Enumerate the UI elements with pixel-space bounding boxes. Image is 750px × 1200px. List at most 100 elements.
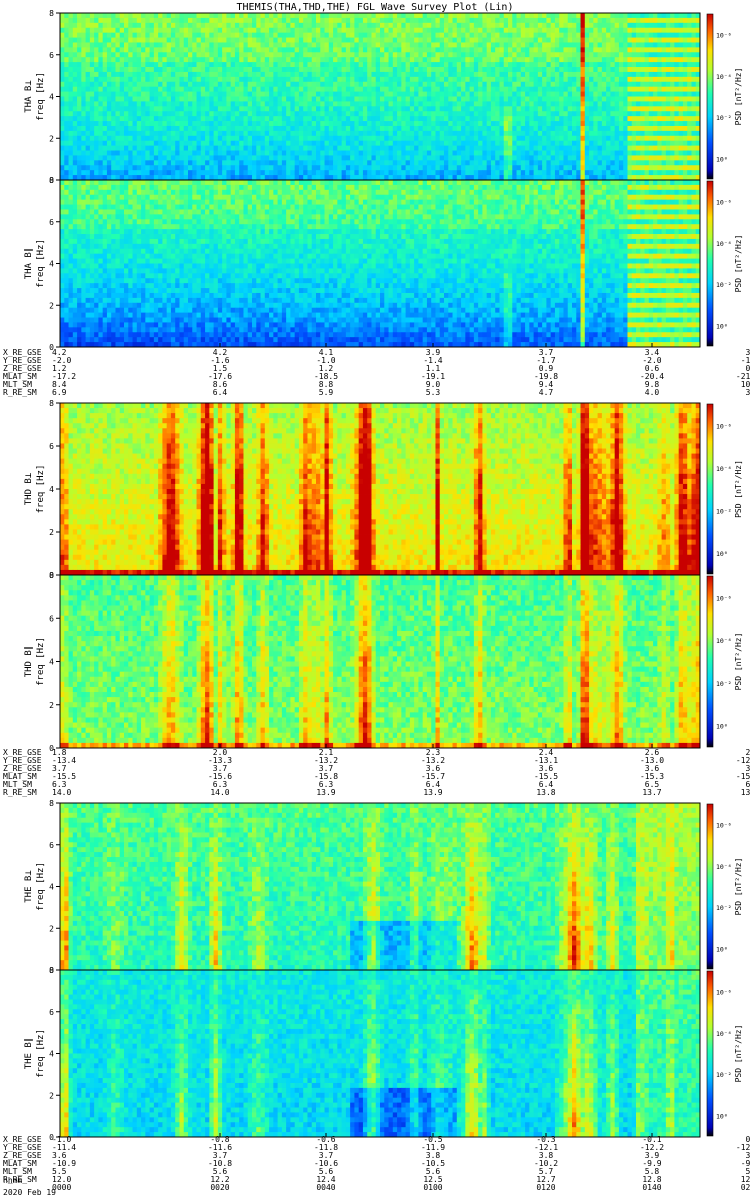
spectrogram-cell [487, 38, 492, 43]
spectrogram-cell [568, 38, 573, 43]
spectrogram-cell [197, 13, 202, 18]
spectrogram-cell [640, 28, 645, 33]
spectrogram-cell [320, 38, 325, 43]
spectrogram-cell [128, 18, 133, 23]
spectrogram-cell [320, 13, 325, 18]
spectrogram-cell [555, 13, 560, 18]
spectrogram-cell [649, 28, 654, 33]
spectrogram-cell [581, 33, 586, 38]
spectrogram-cell [465, 18, 470, 23]
spectrogram-cell [414, 38, 419, 43]
spectrogram-cell [77, 28, 82, 33]
spectrogram-cell [687, 28, 692, 33]
spectrogram-cell [593, 33, 598, 38]
spectrogram-cell [435, 28, 440, 33]
spectrogram-cell [602, 18, 607, 23]
spectrogram-cell [133, 13, 138, 18]
spectrogram-cell [499, 18, 504, 23]
spectrogram-cell [329, 33, 334, 38]
spectrogram-cell [248, 18, 253, 23]
spectrogram-cell [86, 28, 91, 33]
spectrogram-cell [367, 33, 372, 38]
spectrogram-cell [192, 33, 197, 38]
spectrogram-cell [252, 18, 257, 23]
spectrogram-cell [252, 13, 257, 18]
spectrogram-cell [290, 23, 295, 28]
spectrogram-cell [427, 13, 432, 18]
spectrogram-cell [363, 18, 368, 23]
spectrogram-cell [645, 28, 650, 33]
spectrogram-cell [389, 18, 394, 23]
spectrogram-cell [444, 33, 449, 38]
spectrogram-cell [662, 13, 667, 18]
spectrogram-cell [461, 13, 466, 18]
spectrogram-cell [128, 33, 133, 38]
spectrogram-cell [512, 23, 517, 28]
spectrogram-cell [124, 23, 129, 28]
spectrogram-cell [137, 38, 142, 43]
spectrogram-cell [410, 38, 415, 43]
spectrogram-cell [406, 13, 411, 18]
spectrogram-cell [657, 33, 662, 38]
spectrogram-cell [512, 13, 517, 18]
spectrogram-cell [418, 38, 423, 43]
spectrogram-cell [491, 38, 496, 43]
spectrogram-cell [576, 23, 581, 28]
spectrogram-cell [534, 28, 539, 33]
spectrogram-cell [141, 38, 146, 43]
spectrogram-cell [529, 33, 534, 38]
spectrogram-cell [495, 33, 500, 38]
spectrogram-cell [615, 38, 620, 43]
spectrogram-cell [389, 33, 394, 38]
spectrogram-cell [380, 13, 385, 18]
spectrogram-cell [568, 18, 573, 23]
spectrogram-cell [120, 38, 125, 43]
spectrogram-cell [342, 33, 347, 38]
spectrogram-cell [86, 33, 91, 38]
spectrogram-cell [495, 28, 500, 33]
spectrogram-cell [470, 33, 475, 38]
spectrogram-cell [551, 28, 556, 33]
spectrogram-cell [448, 23, 453, 28]
spectrogram-cell [175, 28, 180, 33]
spectrogram-cell [453, 23, 458, 28]
spectrogram-cell [192, 38, 197, 43]
spectrogram-cell [278, 18, 283, 23]
spectrogram-cell [69, 13, 74, 18]
spectrogram-cell [243, 28, 248, 33]
spectrogram-cell [410, 33, 415, 38]
spectrogram-cell [179, 38, 184, 43]
spectrogram-cell [329, 13, 334, 18]
spectrogram-cell [278, 13, 283, 18]
spectrogram-cell [474, 28, 479, 33]
spectrogram-cell [346, 13, 351, 18]
spectrogram-cell [158, 42, 163, 47]
spectrogram-cell [529, 13, 534, 18]
spectrogram-cell [572, 23, 577, 28]
spectrogram-cell [645, 33, 650, 38]
spectrogram-cell [64, 38, 69, 43]
spectrogram-cell [546, 28, 551, 33]
spectrogram-cell [175, 18, 180, 23]
spectrogram-cell [209, 13, 214, 18]
spectrogram-cell [162, 13, 167, 18]
spectrogram-cell [60, 42, 65, 47]
spectrogram-cell [687, 33, 692, 38]
spectrogram-cell [115, 38, 120, 43]
spectrogram-cell [551, 33, 556, 38]
spectrogram-cell [619, 38, 624, 43]
spectrogram-cell [384, 38, 389, 43]
spectrogram-cell [623, 13, 628, 18]
spectrogram-cell [354, 28, 359, 33]
spectrogram-cell [423, 18, 428, 23]
spectrogram-cell [205, 38, 210, 43]
spectrogram-cell [350, 23, 355, 28]
spectrogram-cell [120, 23, 125, 28]
spectrogram-cell [521, 38, 526, 43]
spectrogram-cell [150, 18, 155, 23]
spectrogram-cell [320, 23, 325, 28]
spectrogram-cell [517, 18, 522, 23]
spectrogram-cell [197, 23, 202, 28]
spectrogram-cell [589, 18, 594, 23]
spectrogram-cell [410, 28, 415, 33]
